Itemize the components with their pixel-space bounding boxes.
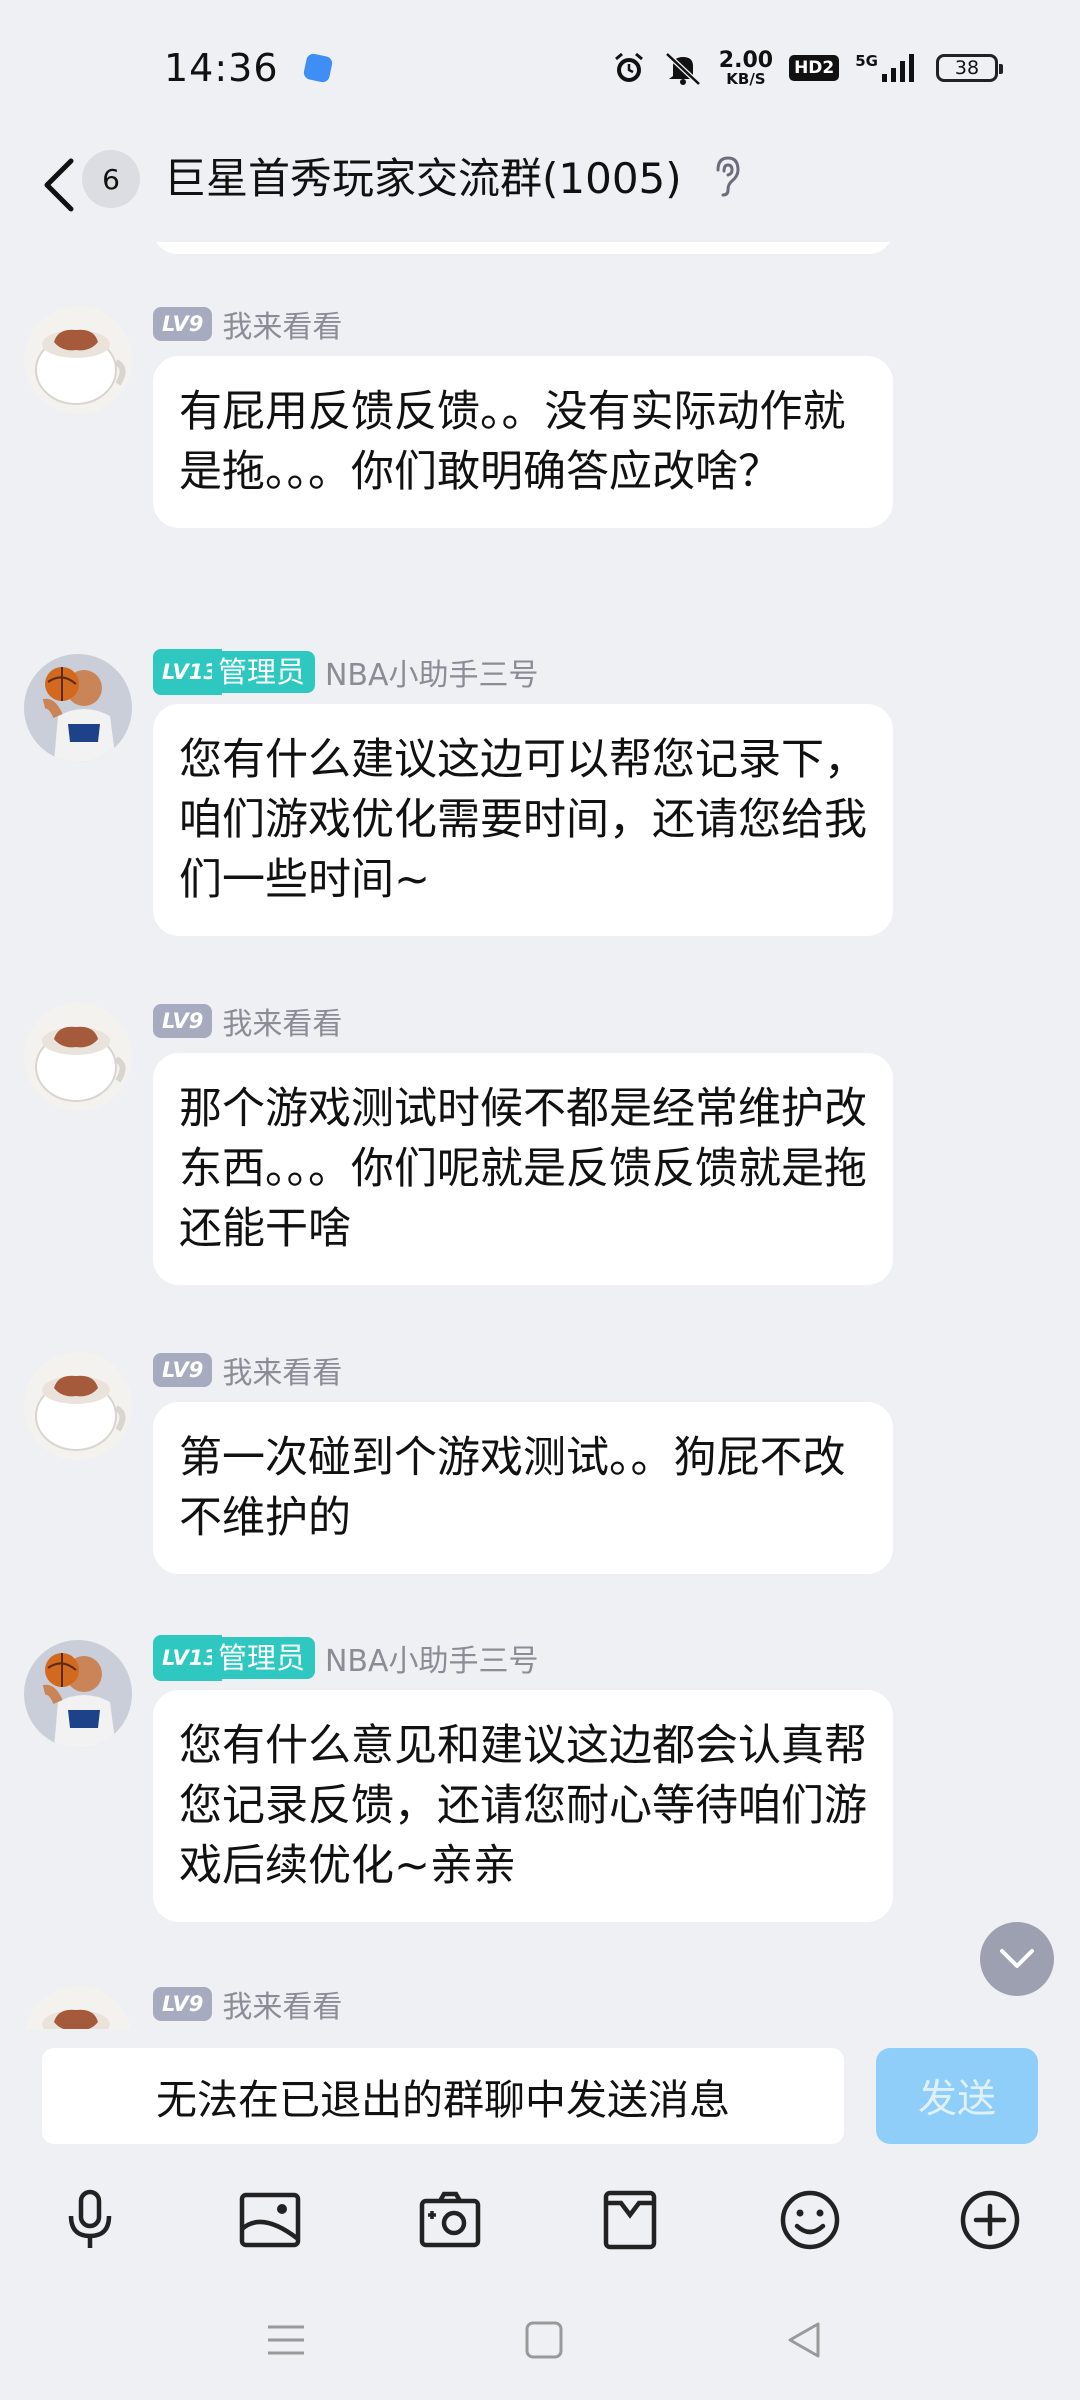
menu-icon bbox=[268, 2325, 304, 2355]
unread-badge[interactable]: 6 bbox=[82, 150, 140, 208]
send-button[interactable]: 发送 bbox=[876, 2048, 1038, 2144]
message-meta: LV9 我来看看 bbox=[153, 1986, 342, 2025]
net-speed-value: 2.00 bbox=[718, 47, 774, 73]
signal-icon: 5G bbox=[855, 52, 920, 84]
app-notification-icon bbox=[302, 52, 333, 84]
sender-name[interactable]: NBA小助手三号 bbox=[325, 650, 539, 694]
role-badge: 管理员 bbox=[211, 651, 315, 693]
previous-message-bubble[interactable] bbox=[153, 242, 893, 254]
plus-icon bbox=[960, 2190, 1020, 2250]
message-list[interactable]: LV9 我来看看 有屁用反馈反馈。。没有实际动作就是拖。。。你们敢明确答应改啥？… bbox=[0, 242, 1080, 2029]
mute-icon bbox=[663, 50, 703, 86]
sender-name[interactable]: 我来看看 bbox=[222, 1348, 342, 1392]
emoji-icon bbox=[780, 2190, 840, 2250]
image-icon bbox=[239, 2192, 301, 2248]
avatar[interactable] bbox=[24, 1986, 132, 2029]
sender-name[interactable]: 我来看看 bbox=[222, 999, 342, 1043]
admin-tag: LV13 管理员 bbox=[153, 1635, 315, 1681]
emoji-button[interactable] bbox=[774, 2184, 846, 2256]
chevron-down-icon bbox=[1000, 1949, 1034, 1968]
net-speed: 2.00 KB/S bbox=[718, 47, 774, 88]
home-icon bbox=[525, 2321, 563, 2359]
avatar[interactable] bbox=[24, 306, 132, 414]
message-bubble[interactable]: 您有什么建议这边可以帮您记录下，咱们游戏优化需要时间，还请您给我们一些时间~ bbox=[153, 704, 893, 936]
file-button[interactable] bbox=[594, 2184, 666, 2256]
home-nav-button[interactable] bbox=[514, 2310, 574, 2370]
avatar[interactable] bbox=[24, 1003, 132, 1111]
sender-name[interactable]: 我来看看 bbox=[222, 302, 342, 346]
camera-icon bbox=[419, 2191, 481, 2248]
chat-header: 6 巨星首秀玩家交流群(1005) bbox=[0, 136, 1080, 242]
level-badge: LV9 bbox=[153, 307, 213, 341]
sender-name[interactable]: 我来看看 bbox=[222, 1982, 342, 2026]
folder-icon bbox=[603, 2190, 657, 2250]
battery-icon: 38 bbox=[936, 54, 1003, 82]
scroll-to-bottom-button[interactable] bbox=[980, 1922, 1054, 1996]
message-bubble[interactable]: 有屁用反馈反馈。。没有实际动作就是拖。。。你们敢明确答应改啥？ bbox=[153, 356, 893, 528]
camera-button[interactable] bbox=[414, 2184, 486, 2256]
more-button[interactable] bbox=[954, 2184, 1026, 2256]
alarm-icon bbox=[611, 50, 647, 86]
image-button[interactable] bbox=[234, 2184, 306, 2256]
composer-toolbar bbox=[0, 2160, 1080, 2270]
level-badge: LV9 bbox=[153, 1353, 213, 1387]
composer: 无法在已退出的群聊中发送消息 发送 bbox=[0, 2030, 1080, 2160]
status-bar: 14:36 2.00 KB/S HD2 5G 38 bbox=[0, 0, 1080, 136]
avatar[interactable] bbox=[24, 1352, 132, 1460]
message-meta: LV9 我来看看 bbox=[153, 1352, 342, 1391]
avatar[interactable] bbox=[24, 1640, 132, 1748]
message-meta: LV13 管理员 NBA小助手三号 bbox=[153, 1635, 539, 1681]
back-button[interactable] bbox=[38, 150, 78, 220]
status-time: 14:36 bbox=[164, 46, 279, 90]
role-badge: 管理员 bbox=[211, 1637, 315, 1679]
message-input[interactable]: 无法在已退出的群聊中发送消息 bbox=[42, 2048, 844, 2144]
microphone-icon bbox=[68, 2189, 112, 2248]
hd-badge: HD2 bbox=[789, 55, 840, 81]
back-triangle-icon bbox=[788, 2322, 820, 2358]
message-meta: LV9 我来看看 bbox=[153, 1003, 342, 1042]
chevron-left-icon bbox=[44, 158, 74, 212]
page-title[interactable]: 巨星首秀玩家交流群(1005) bbox=[164, 146, 682, 212]
ear-icon[interactable] bbox=[710, 154, 744, 202]
menu-nav-button[interactable] bbox=[256, 2310, 316, 2370]
message-meta: LV9 我来看看 bbox=[153, 306, 342, 345]
battery-level: 38 bbox=[954, 57, 980, 79]
voice-button[interactable] bbox=[54, 2184, 126, 2256]
message-bubble[interactable]: 那个游戏测试时候不都是经常维护改东西。。。你们呢就是反馈反馈就是拖还能干啥 bbox=[153, 1053, 893, 1285]
message-bubble[interactable]: 您有什么意见和建议这边都会认真帮您记录反馈，还请您耐心等待咱们游戏后续优化~亲亲 bbox=[153, 1690, 893, 1922]
back-nav-button[interactable] bbox=[774, 2310, 834, 2370]
network-label: 5G bbox=[855, 52, 878, 70]
status-icons: 2.00 KB/S HD2 5G 38 bbox=[611, 47, 1003, 88]
admin-tag: LV13 管理员 bbox=[153, 649, 315, 695]
net-speed-unit: KB/S bbox=[726, 69, 766, 88]
sender-name[interactable]: NBA小助手三号 bbox=[325, 1636, 539, 1680]
level-badge: LV9 bbox=[153, 1004, 213, 1038]
level-badge: LV9 bbox=[153, 1987, 213, 2021]
system-nav-bar bbox=[0, 2270, 1080, 2400]
message-meta: LV13 管理员 NBA小助手三号 bbox=[153, 649, 539, 695]
message-bubble[interactable]: 第一次碰到个游戏测试。。狗屁不改不维护的 bbox=[153, 1402, 893, 1574]
avatar[interactable] bbox=[24, 654, 132, 762]
